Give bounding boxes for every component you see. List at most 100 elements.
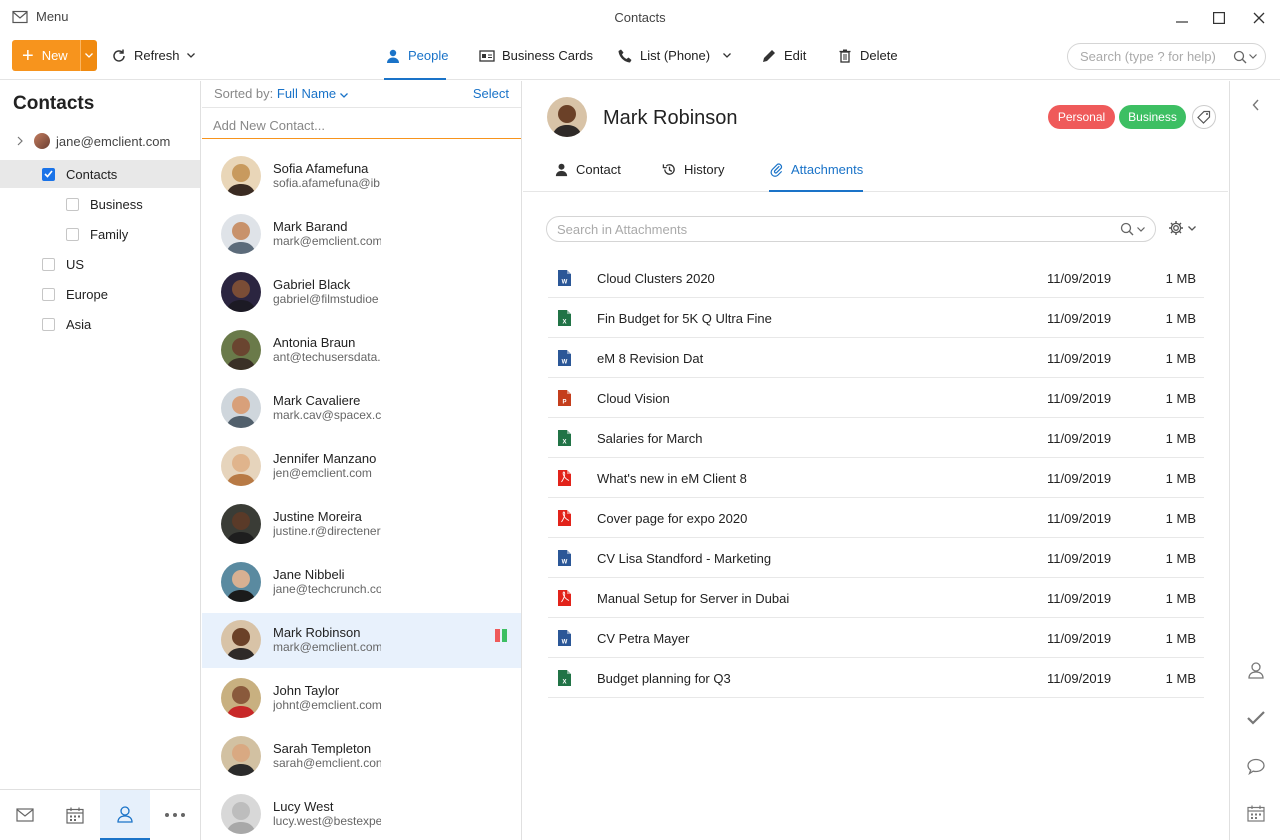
minimize-button[interactable]	[1172, 8, 1192, 28]
tab-history[interactable]: History	[662, 159, 724, 192]
chat-panel-button[interactable]	[1230, 758, 1280, 775]
contact-list-item[interactable]: Sofia Afamefuna sofia.afamefuna@ib	[202, 149, 521, 204]
avatar	[221, 446, 261, 486]
tasks-panel-button[interactable]	[1230, 711, 1280, 725]
contact-list-item[interactable]: Lucy West lucy.west@bestexpe	[202, 787, 521, 840]
more-modules-button[interactable]	[150, 790, 200, 840]
chevron-right-icon[interactable]	[14, 136, 28, 146]
add-contact-input[interactable]: Add New Contact...	[202, 107, 521, 139]
sidebar-item-europe[interactable]: Europe	[0, 280, 200, 308]
close-button[interactable]	[1249, 8, 1269, 28]
calendar-module-button[interactable]	[50, 790, 100, 840]
attachment-row[interactable]: X Budget planning for Q3 11/09/2019 1 MB	[548, 658, 1204, 698]
attachment-row[interactable]: What's new in eM Client 8 11/09/2019 1 MB	[548, 458, 1204, 498]
svg-text:W: W	[562, 360, 568, 366]
sort-selector[interactable]: Sorted by: Full Name	[214, 86, 348, 101]
add-tag-button[interactable]	[1192, 105, 1216, 129]
collapse-rail-button[interactable]	[1230, 99, 1280, 111]
attachment-size: 1 MB	[1165, 391, 1196, 406]
person-icon	[555, 163, 568, 177]
checkbox[interactable]	[66, 197, 79, 211]
attachments-search-input[interactable]: Search in Attachments	[546, 216, 1156, 242]
tab-business-cards[interactable]: Business Cards	[479, 40, 593, 71]
word-file-icon: W	[558, 350, 571, 366]
contact-panel-button[interactable]	[1230, 661, 1280, 679]
tab-people[interactable]: People	[385, 40, 448, 71]
tag-business[interactable]: Business	[1119, 105, 1186, 129]
contacts-icon	[117, 806, 133, 823]
sidebar-item-us[interactable]: US	[0, 250, 200, 278]
tab-attachments[interactable]: Attachments	[769, 159, 864, 192]
tab-label: Attachments	[791, 162, 864, 177]
select-link[interactable]: Select	[473, 86, 509, 101]
attachment-row[interactable]: WeM 8 Revision Dat 11/09/2019 1 MB	[548, 338, 1204, 378]
checkbox[interactable]	[42, 287, 55, 301]
contact-list-item[interactable]: Justine Moreira justine.r@directener	[202, 497, 521, 552]
mail-module-button[interactable]	[0, 790, 50, 840]
avatar	[221, 330, 261, 370]
delete-button[interactable]: Delete	[837, 40, 898, 71]
attachment-size: 1 MB	[1165, 591, 1196, 606]
account-email: jane@emclient.com	[56, 133, 171, 149]
attachment-name: Manual Setup for Server in Dubai	[597, 591, 790, 606]
attachment-row[interactable]: W CV Petra Mayer 11/09/2019 1 MB	[548, 618, 1204, 658]
contact-list-item[interactable]: Jane Nibbeli jane@techcrunch.co	[202, 555, 521, 610]
contact-name: Mark Cavaliere	[273, 393, 361, 408]
title-bar: Menu Contacts	[0, 0, 1280, 34]
edit-button[interactable]: Edit	[761, 40, 806, 71]
contact-email: gabriel@filmstudioe	[273, 292, 379, 306]
contact-name: Mark Robinson	[603, 107, 738, 129]
sidebar-item-label: Europe	[66, 286, 108, 302]
attachment-row[interactable]: X Fin Budget for 5K Q Ultra Fine 11/09/201…	[548, 298, 1204, 338]
refresh-button[interactable]: Refresh	[111, 40, 195, 71]
agenda-panel-button[interactable]	[1230, 805, 1280, 822]
contact-list-item[interactable]: John Taylor johnt@emclient.com	[202, 671, 521, 726]
attachment-size: 1 MB	[1165, 431, 1196, 446]
window-title: Contacts	[614, 10, 666, 25]
checkbox[interactable]	[42, 257, 55, 271]
chevron-down-icon	[723, 53, 732, 58]
tag-personal[interactable]: Personal	[1048, 105, 1115, 129]
contact-list-item[interactable]: Gabriel Black gabriel@filmstudioe	[202, 265, 521, 320]
attachment-row[interactable]: Cover page for expo 2020 11/09/2019 1 MB	[548, 498, 1204, 538]
checkbox[interactable]	[42, 167, 55, 181]
sidebar-item-asia[interactable]: Asia	[0, 310, 200, 338]
attachment-row[interactable]: X Salaries for March 11/09/2019 1 MB	[548, 418, 1204, 458]
sidebar-item-family[interactable]: Family	[0, 220, 200, 248]
business-card-icon	[479, 49, 495, 62]
contact-email: ant@techusersdata.c	[273, 350, 381, 364]
search-icon	[1120, 222, 1134, 236]
contact-list-item[interactable]: Mark Barand mark@emclient.com	[202, 207, 521, 262]
attachments-settings-button[interactable]	[1168, 220, 1196, 236]
contacts-module-button[interactable]	[100, 790, 150, 840]
mail-icon	[12, 10, 28, 23]
sidebar-item-contacts[interactable]: Contacts	[0, 160, 200, 188]
attachment-row[interactable]: W Cloud Clusters 2020 11/09/2019 1 MB	[548, 258, 1204, 298]
contact-list-item[interactable]: Jennifer Manzano jen@emclient.com	[202, 439, 521, 494]
contact-list-item[interactable]: Antonia Braun ant@techusersdata.c	[202, 323, 521, 378]
people-label: People	[408, 48, 449, 63]
checkbox[interactable]	[42, 317, 55, 331]
new-dropdown-button[interactable]	[79, 40, 97, 71]
tab-list-phone[interactable]: List (Phone)	[617, 40, 732, 71]
attachment-size: 1 MB	[1165, 351, 1196, 366]
contact-list-item[interactable]: Sarah Templeton sarah@emclient.con	[202, 729, 521, 784]
svg-text:X: X	[562, 440, 566, 446]
person-icon	[387, 49, 399, 63]
chevron-left-icon	[1252, 99, 1259, 111]
maximize-button[interactable]	[1209, 8, 1229, 28]
attachment-row[interactable]: P Cloud Vision 11/09/2019 1 MB	[548, 378, 1204, 418]
sorted-by-value[interactable]: Full Name	[277, 86, 336, 101]
tab-contact[interactable]: Contact	[554, 159, 621, 192]
global-search-input[interactable]: Search (type ? for help)	[1067, 43, 1266, 70]
attachment-row[interactable]: W CV Lisa Standford - Marketing 11/09/2019…	[548, 538, 1204, 578]
account-node[interactable]: jane@emclient.com	[14, 133, 170, 149]
menu-button[interactable]: Menu	[12, 9, 69, 24]
contact-list-item[interactable]: Mark Cavaliere mark.cav@spacex.co	[202, 381, 521, 436]
sidebar-item-business[interactable]: Business	[0, 190, 200, 218]
attachment-row[interactable]: Manual Setup for Server in Dubai 11/09/20…	[548, 578, 1204, 618]
new-button[interactable]: + New	[12, 40, 80, 71]
tag-icon	[1197, 110, 1211, 124]
checkbox[interactable]	[66, 227, 79, 241]
contact-list-item[interactable]: Mark Robinson mark@emclient.com	[202, 613, 521, 668]
